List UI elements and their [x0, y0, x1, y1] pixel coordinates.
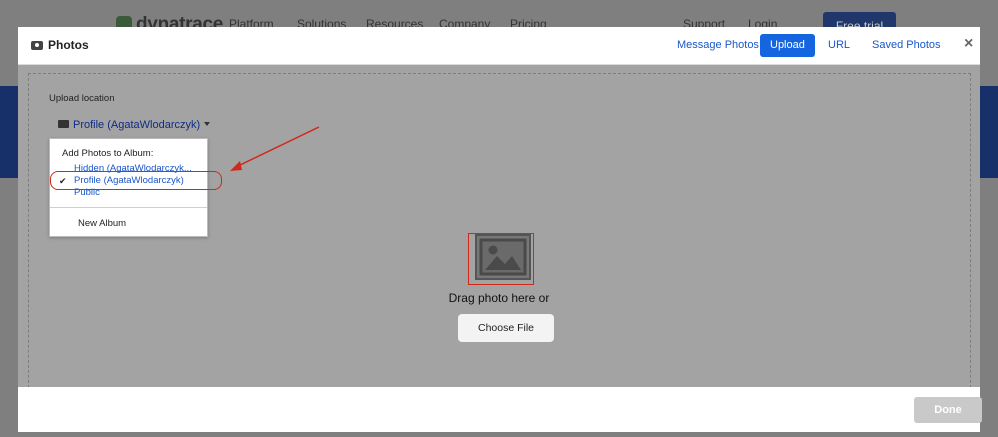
photos-modal: Photos Message Photos Upload URL Saved P…	[18, 27, 982, 432]
modal-footer: Done	[18, 387, 982, 432]
annotation-arrow	[230, 126, 320, 171]
done-button[interactable]: Done	[914, 397, 982, 423]
